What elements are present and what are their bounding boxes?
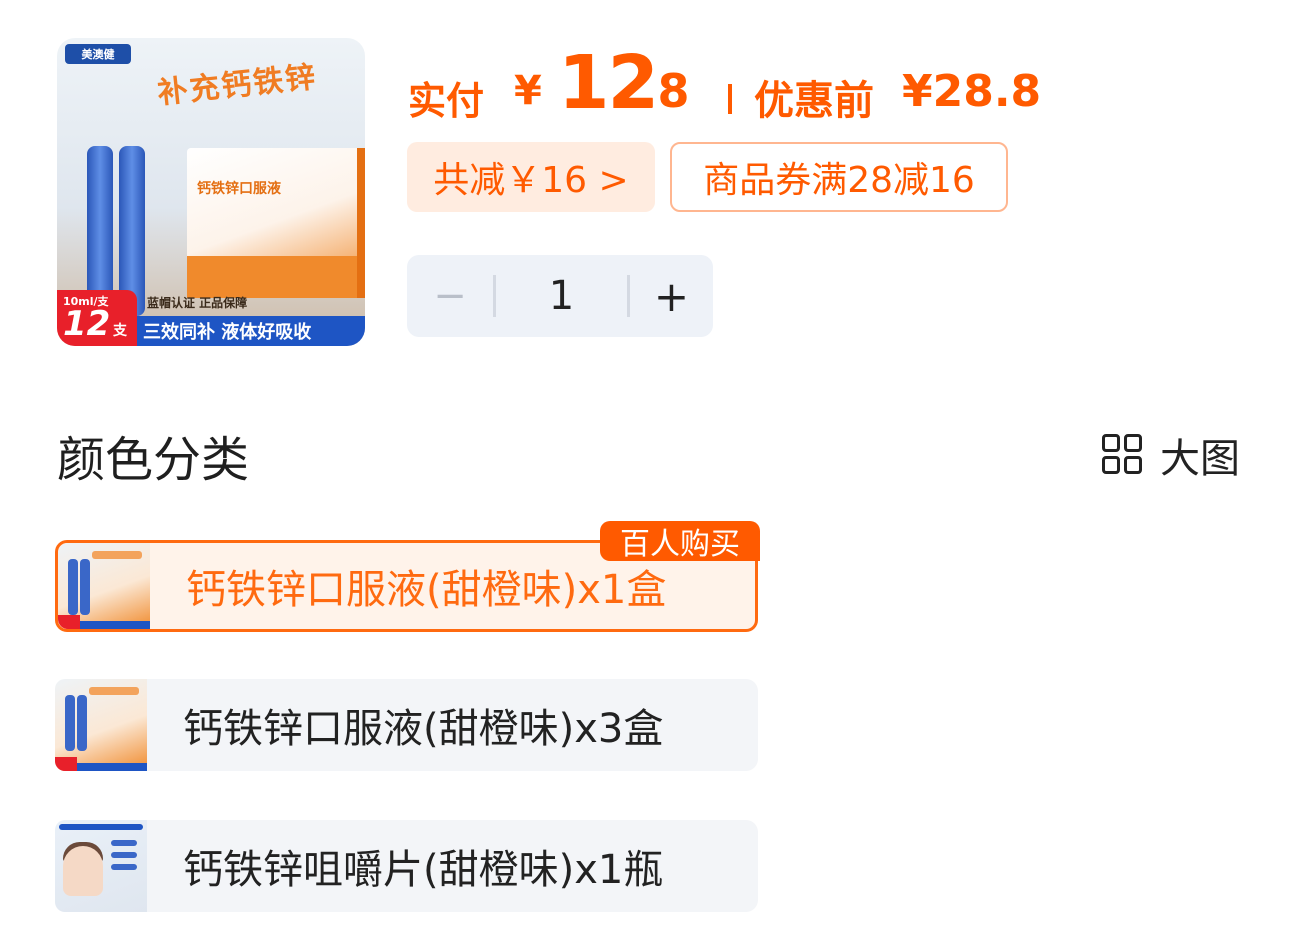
price-row: 实付 ¥ 12 .8 优惠前 ¥28.8 <box>408 40 1108 126</box>
option-item[interactable]: 钙铁锌咀嚼片(甜橙味)x1瓶 <box>55 820 758 912</box>
price-currency: ¥ <box>514 68 542 114</box>
option-item[interactable]: 钙铁锌口服液(甜橙味)x3盒 <box>55 679 758 771</box>
hot-badge: 百人购买 <box>600 521 760 562</box>
total-discount-tag[interactable]: 共减￥16 > <box>407 142 655 212</box>
quantity-stepper: − 1 + <box>407 255 713 337</box>
image-headline: 补充钙铁锌 <box>155 59 319 112</box>
price-divider <box>728 84 732 114</box>
certification-note: 蓝帽认证 正品保障 <box>147 296 248 310</box>
product-main-image[interactable]: 美澳健 补充钙铁锌 钙铁锌口服液 蓝帽认证 正品保障 10ml/支 12 支 三… <box>57 38 365 346</box>
option-thumbnail <box>58 543 150 629</box>
option-name: 钙铁锌口服液(甜橙味)x1盒 <box>186 567 667 613</box>
coupon-tag: 商品券满28减16 <box>670 142 1008 212</box>
price-decimal: .8 <box>640 64 690 118</box>
option-thumbnail <box>55 679 147 771</box>
increase-button[interactable]: + <box>630 255 713 337</box>
decrease-button[interactable]: − <box>407 255 493 337</box>
box-label: 钙铁锌口服液 <box>197 181 281 197</box>
benefit-strip: 三效同补 液体好吸收 <box>137 316 365 346</box>
quantity-badge: 10ml/支 12 支 <box>57 290 137 346</box>
original-price-label: 优惠前 <box>754 78 874 124</box>
option-name: 钙铁锌咀嚼片(甜橙味)x1瓶 <box>183 847 664 893</box>
original-price-value: ¥28.8 <box>902 66 1042 117</box>
option-name: 钙铁锌口服液(甜橙味)x3盒 <box>183 706 664 752</box>
price-label: 实付 <box>408 79 485 123</box>
big-image-toggle[interactable]: 大图 <box>1100 430 1240 482</box>
count-text: 12 <box>63 304 111 344</box>
quantity-value[interactable]: 1 <box>496 255 627 337</box>
big-image-label: 大图 <box>1160 436 1240 482</box>
option-thumbnail <box>55 820 147 912</box>
count-unit: 支 <box>113 323 127 339</box>
grid-icon <box>1100 432 1146 478</box>
product-box-illustration: 钙铁锌口服液 <box>187 148 365 298</box>
brand-logo: 美澳健 <box>65 44 131 64</box>
section-title: 颜色分类 <box>57 432 250 488</box>
